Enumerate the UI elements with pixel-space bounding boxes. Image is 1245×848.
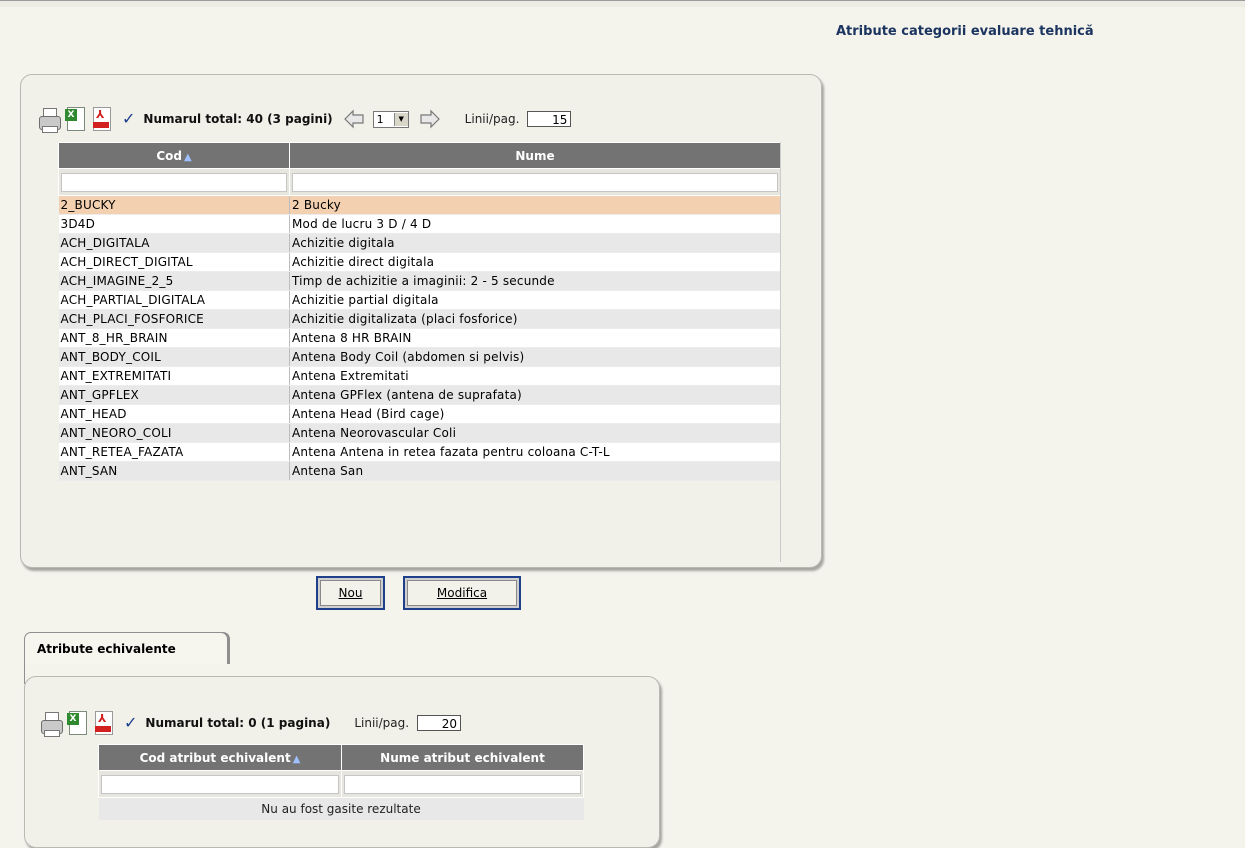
filter-input-cod[interactable]: [61, 172, 287, 192]
lines-per-page-input[interactable]: 15: [527, 111, 572, 127]
page-select[interactable]: 1 ▼: [372, 110, 409, 128]
cell-cod: ACH_IMAGINE_2_5: [58, 271, 290, 291]
column-header-cod[interactable]: Cod ▲: [58, 142, 290, 169]
new-button[interactable]: Nou: [316, 576, 385, 610]
table-row[interactable]: ANT_SAN Antena San: [58, 461, 781, 481]
chevron-down-icon[interactable]: ▼: [393, 112, 408, 126]
cell-nume: Antena Head (Bird cage): [289, 404, 781, 424]
cell-cod: ANT_GPFLEX: [58, 385, 290, 405]
cell-cod: ANT_8_HR_BRAIN: [58, 328, 290, 348]
cell-nume: Antena Antena in retea fazata pentru col…: [289, 442, 781, 462]
cell-cod: ANT_EXTREMITATI: [58, 366, 290, 386]
cell-nume: Antena 8 HR BRAIN: [289, 328, 781, 348]
table-row[interactable]: ANT_HEAD Antena Head (Bird cage): [58, 404, 781, 424]
filter-input-cod-atribut[interactable]: [101, 774, 339, 794]
filter-cell-cod: [58, 168, 290, 196]
table-row[interactable]: ANT_NEORO_COLI Antena Neorovascular Coli: [58, 423, 781, 443]
cell-cod: 3D4D: [58, 214, 290, 234]
table-row[interactable]: ACH_DIRECT_DIGITAL Achizitie direct digit…: [58, 252, 781, 272]
cell-cod: ANT_BODY_COIL: [58, 347, 290, 367]
cell-nume: Timp de achizitie a imaginii: 2 - 5 secu…: [289, 271, 781, 291]
lines-per-page-label: Linii/pag.: [464, 112, 520, 126]
cell-cod: ANT_RETEA_FAZATA: [58, 442, 290, 462]
table-row[interactable]: ANT_BODY_COIL Antena Body Coil (abdomen s…: [58, 347, 781, 367]
total-count: Numarul total: 40 (3 pagini): [143, 112, 333, 126]
modify-button-label: Modifica: [436, 586, 488, 600]
cell-cod: ACH_PLACI_FOSFORICE: [58, 309, 290, 329]
modify-button[interactable]: Modifica: [403, 576, 521, 610]
table-row[interactable]: ANT_GPFLEX Antena GPFlex (antena de supra…: [58, 385, 781, 405]
print-icon[interactable]: [40, 710, 63, 737]
table-row[interactable]: ANT_EXTREMITATI Antena Extremitati: [58, 366, 781, 386]
cell-nume: Achizitie digitala: [289, 233, 781, 253]
cell-nume: Achizitie digitalizata (placi fosforice): [289, 309, 781, 329]
cell-cod: ANT_SAN: [58, 461, 290, 481]
pdf-export-icon[interactable]: ⅄: [90, 106, 112, 132]
cell-cod: ACH_PARTIAL_DIGITALA: [58, 290, 290, 310]
no-results-message: Nu au fost gasite rezultate: [98, 797, 584, 820]
cell-cod: ANT_HEAD: [58, 404, 290, 424]
table-row[interactable]: 3D4D Mod de lucru 3 D / 4 D: [58, 214, 781, 234]
lines-per-page-input[interactable]: 20: [417, 715, 462, 731]
cell-nume: Antena GPFlex (antena de suprafata): [289, 385, 781, 405]
cell-nume: Achizitie partial digitala: [289, 290, 781, 310]
column-header-cod-label: Cod: [156, 148, 182, 163]
page-select-value: 1: [376, 112, 384, 126]
grid-scrollbar[interactable]: [780, 142, 793, 562]
cell-nume: Antena Extremitati: [289, 366, 781, 386]
sort-ascending-icon: ▲: [292, 753, 301, 765]
total-count: Numarul total: 0 (1 pagina): [145, 716, 331, 730]
table-row[interactable]: ACH_DIGITALA Achizitie digitala: [58, 233, 781, 253]
next-page-arrow-icon[interactable]: [419, 109, 441, 129]
page-title: Atribute categorii evaluare tehnică: [836, 24, 1094, 39]
cell-cod: ACH_DIGITALA: [58, 233, 290, 253]
cell-nume: Antena Neorovascular Coli: [289, 423, 781, 443]
column-header-nume-atribut[interactable]: Nume atribut echivalent: [341, 744, 584, 771]
column-header-cod-atribut-label: Cod atribut echivalent: [139, 750, 291, 765]
sort-ascending-icon: ▲: [183, 151, 192, 163]
table-row[interactable]: ACH_PARTIAL_DIGITALA Achizitie partial di…: [58, 290, 781, 310]
cell-nume: Antena Body Coil (abdomen si pelvis): [289, 347, 781, 367]
cell-cod: 2_BUCKY: [58, 195, 290, 215]
main-grid-toolbar: X ⅄ ✓ Numarul total: 40 (3 pagini) 1 ▼ L…: [38, 106, 572, 133]
cell-nume: Mod de lucru 3 D / 4 D: [289, 214, 781, 234]
filter-cell-nume-atribut: [341, 770, 584, 798]
equivalent-grid-table: Cod atribut echivalent ▲ Nume atribut ech…: [98, 744, 584, 820]
tab-atribute-echivalente[interactable]: Atribute echivalente: [24, 632, 228, 664]
lines-per-page-label: Linii/pag.: [354, 716, 410, 730]
filter-input-nume-atribut[interactable]: [344, 774, 581, 794]
equivalent-grid-toolbar: X ⅄ ✓ Numarul total: 0 (1 pagina) Linii/…: [40, 710, 462, 737]
table-row[interactable]: ANT_8_HR_BRAIN Antena 8 HR BRAIN: [58, 328, 781, 348]
table-row[interactable]: ANT_RETEA_FAZATA Antena Antena in retea f…: [58, 442, 781, 462]
cell-nume: Antena San: [289, 461, 781, 481]
cell-cod: ACH_DIRECT_DIGITAL: [58, 252, 290, 272]
table-row[interactable]: ACH_IMAGINE_2_5 Timp de achizitie a imagi…: [58, 271, 781, 291]
cell-cod: ANT_NEORO_COLI: [58, 423, 290, 443]
print-icon[interactable]: [38, 106, 61, 133]
main-grid-table: Cod ▲ Nume 2_BUCKY 2 Bucky 3D4D Mod de lucr…: [58, 142, 781, 481]
cell-nume: Achizitie direct digitala: [289, 252, 781, 272]
filter-cell-cod-atribut: [98, 770, 342, 798]
checkmark-icon[interactable]: ✓: [124, 713, 137, 733]
checkmark-icon[interactable]: ✓: [122, 109, 135, 129]
filter-cell-nume: [289, 168, 781, 196]
new-button-label: Nou: [338, 586, 363, 600]
pdf-export-icon[interactable]: ⅄: [92, 710, 114, 736]
excel-export-icon[interactable]: X: [66, 710, 88, 736]
cell-nume: 2 Bucky: [289, 195, 781, 215]
table-row[interactable]: ACH_PLACI_FOSFORICE Achizitie digitalizat…: [58, 309, 781, 329]
column-header-cod-atribut[interactable]: Cod atribut echivalent ▲: [98, 744, 342, 771]
excel-export-icon[interactable]: X: [64, 106, 86, 132]
prev-page-arrow-icon[interactable]: [343, 109, 365, 129]
filter-input-nume[interactable]: [292, 172, 778, 192]
top-frame-line: [0, 0, 1245, 7]
table-row[interactable]: 2_BUCKY 2 Bucky: [58, 195, 781, 215]
column-header-nume[interactable]: Nume: [289, 142, 781, 169]
